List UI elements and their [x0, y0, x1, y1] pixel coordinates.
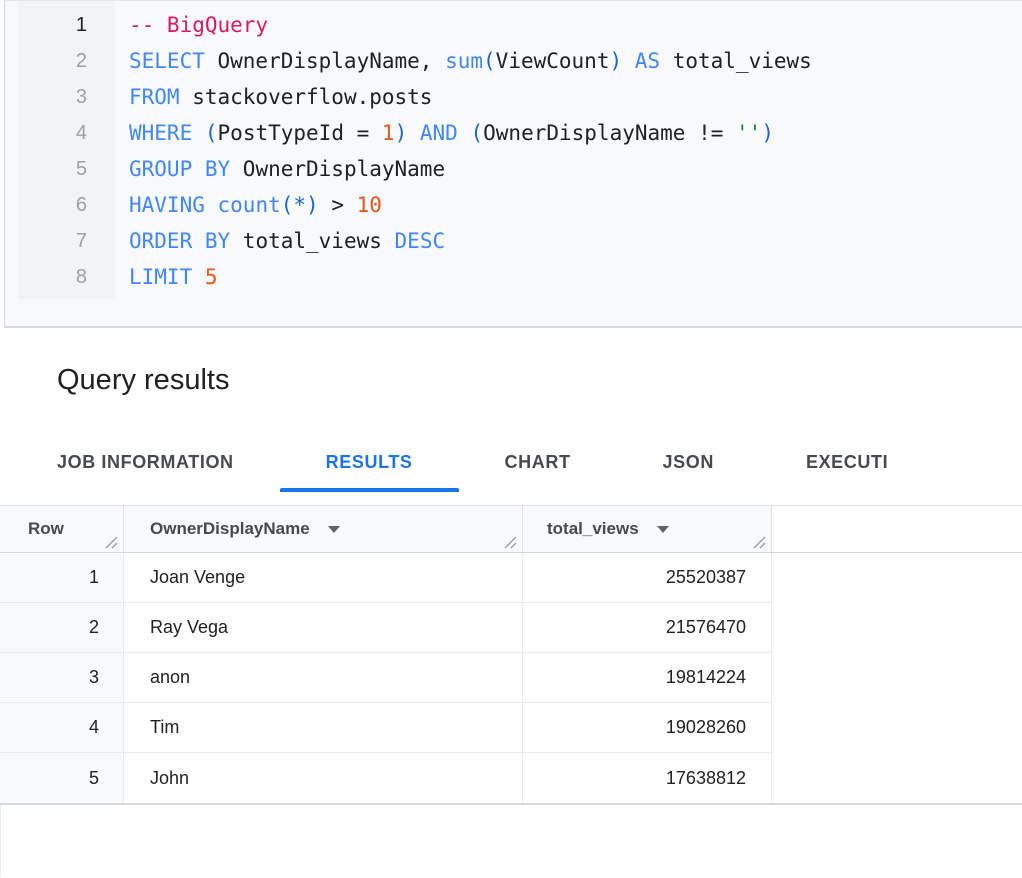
cell-row-number: 3	[0, 653, 124, 702]
table-row: 5John17638812	[0, 753, 772, 803]
line-number: 8	[18, 259, 115, 295]
line-number: 5	[18, 151, 115, 187]
column-header-row[interactable]: Row	[0, 506, 124, 552]
code-line[interactable]: -- BigQuery	[129, 7, 812, 43]
column-dropdown-arrow-icon[interactable]	[328, 526, 340, 533]
line-number-gutter: 12345678	[18, 1, 115, 299]
cell-row-number: 1	[0, 553, 124, 602]
column-resize-handle-icon[interactable]	[503, 535, 518, 549]
column-header-label: OwnerDisplayName	[150, 519, 310, 539]
code-line[interactable]: ORDER BY total_views DESC	[129, 223, 812, 259]
cell-owner-display-name: Ray Vega	[124, 603, 523, 652]
column-header-total-views[interactable]: total_views	[523, 506, 772, 552]
table-row: 2Ray Vega21576470	[0, 603, 772, 653]
column-header-ownerdisplayname[interactable]: OwnerDisplayName	[124, 506, 523, 552]
table-row: 1Joan Venge25520387	[0, 553, 772, 603]
sql-editor[interactable]: 12345678 -- BigQuerySELECT OwnerDisplayN…	[4, 0, 1022, 328]
table-header-filler	[772, 506, 1022, 552]
code-line[interactable]: LIMIT 5	[129, 259, 812, 295]
table-row: 3anon19814224	[0, 653, 772, 703]
line-number: 1	[18, 7, 115, 43]
column-resize-handle-icon[interactable]	[104, 535, 119, 549]
bottom-empty-area	[0, 805, 1022, 876]
line-number: 6	[18, 187, 115, 223]
query-results-header: Query results	[0, 328, 1022, 432]
tab-json[interactable]: JSON	[617, 432, 760, 492]
table-row: 4Tim19028260	[0, 703, 772, 753]
column-resize-handle-icon[interactable]	[752, 535, 767, 549]
line-number: 3	[18, 79, 115, 115]
table-body: 1Joan Venge255203872Ray Vega215764703ano…	[0, 553, 1022, 803]
cell-owner-display-name: John	[124, 753, 523, 803]
column-dropdown-arrow-icon[interactable]	[657, 526, 669, 533]
cell-total-views: 19814224	[523, 653, 772, 702]
tab-job-information[interactable]: JOB INFORMATION	[11, 432, 280, 492]
column-header-label: total_views	[547, 519, 639, 539]
tab-chart[interactable]: CHART	[459, 432, 617, 492]
cell-total-views: 19028260	[523, 703, 772, 752]
table-header-row: Row OwnerDisplayName total_views	[0, 505, 1022, 553]
tabs-gap	[0, 492, 1022, 505]
cell-owner-display-name: Tim	[124, 703, 523, 752]
code-line[interactable]: SELECT OwnerDisplayName, sum(ViewCount) …	[129, 43, 812, 79]
cell-owner-display-name: anon	[124, 653, 523, 702]
column-header-label: Row	[28, 519, 64, 539]
cell-total-views: 25520387	[523, 553, 772, 602]
results-tab-bar: JOB INFORMATIONRESULTSCHARTJSONEXECUTI	[0, 432, 1022, 492]
cell-owner-display-name: Joan Venge	[124, 553, 523, 602]
line-number: 4	[18, 115, 115, 151]
cell-row-number: 2	[0, 603, 124, 652]
line-number: 7	[18, 223, 115, 259]
page-title: Query results	[57, 364, 229, 397]
code-line[interactable]: GROUP BY OwnerDisplayName	[129, 151, 812, 187]
tab-results[interactable]: RESULTS	[280, 432, 459, 492]
code-lines[interactable]: -- BigQuerySELECT OwnerDisplayName, sum(…	[115, 1, 812, 295]
code-line[interactable]: FROM stackoverflow.posts	[129, 79, 812, 115]
code-line[interactable]: WHERE (PostTypeId = 1) AND (OwnerDisplay…	[129, 115, 812, 151]
cell-total-views: 17638812	[523, 753, 772, 803]
cell-row-number: 5	[0, 753, 124, 803]
tab-executi[interactable]: EXECUTI	[760, 432, 934, 492]
code-line[interactable]: HAVING count(*) > 10	[129, 187, 812, 223]
cell-row-number: 4	[0, 703, 124, 752]
cell-total-views: 21576470	[523, 603, 772, 652]
line-number: 2	[18, 43, 115, 79]
